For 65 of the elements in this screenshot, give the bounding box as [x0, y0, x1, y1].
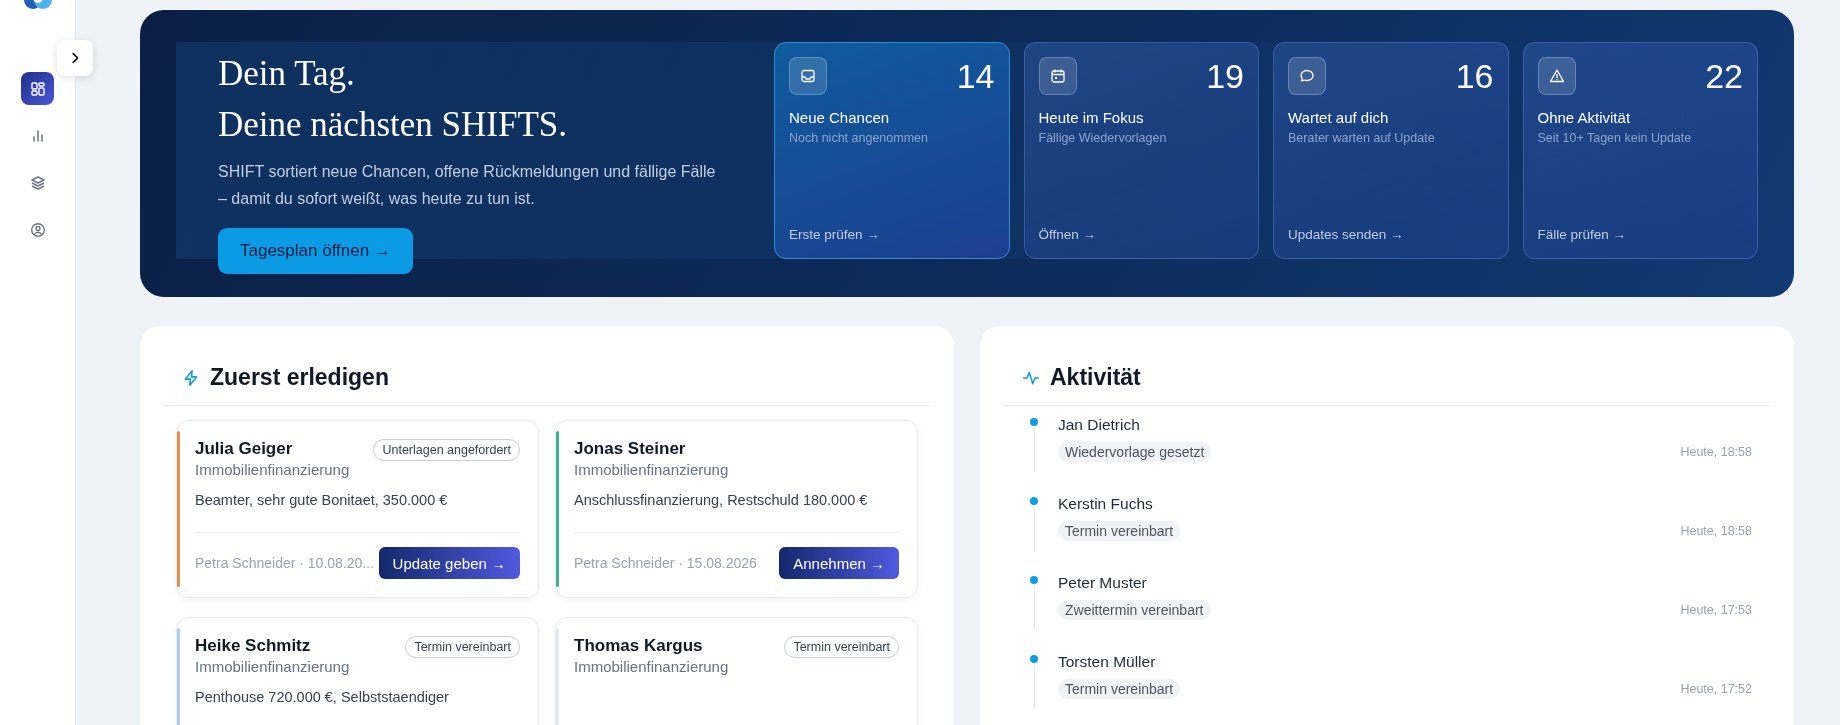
day-plan-button[interactable]: Tagesplan öffnen →: [218, 228, 413, 274]
product-label: Immobilienfinanzierung: [195, 658, 350, 675]
person-name: Kerstin Fuchs: [1058, 495, 1154, 513]
user-icon: [29, 221, 46, 238]
activity-time: Heute, 18:58: [1680, 524, 1752, 538]
stat-card[interactable]: 22 Ohne Aktivität Seit 10+ Tagen kein Update Fälle prüfen →: [1522, 42, 1758, 259]
action-button[interactable]: Annehmen →: [779, 547, 899, 579]
stat-title: Neue Chancen: [789, 109, 891, 126]
stat-count: 22: [1705, 59, 1743, 93]
inbox-icon: [800, 68, 816, 84]
product-label: Immobilienfinanzierung: [574, 461, 729, 478]
person-name: Jan Dietrich: [1058, 416, 1141, 434]
action-button[interactable]: Update geben →: [378, 547, 520, 579]
timeline-dot: [1030, 497, 1038, 505]
product-label: Immobilienfinanzierung: [574, 658, 729, 675]
timeline-dot: [1030, 655, 1038, 663]
nav-item[interactable]: [21, 72, 54, 105]
advisor-date: Petra Schneider · 10.08.20...: [195, 555, 374, 571]
activity-tag: Termin vereinbart: [1058, 679, 1181, 699]
stat-count: 19: [1206, 59, 1244, 93]
stat-link[interactable]: Öffnen →: [1038, 227, 1244, 242]
client-name: Jonas Steiner: [574, 439, 687, 459]
stat-link[interactable]: Erste prüfen →: [789, 227, 995, 242]
stat-card[interactable]: 16 Wartet auf dich Berater warten auf Update Updates senden →: [1273, 42, 1509, 259]
lightning-icon: [182, 368, 200, 387]
person-name: Peter Muster: [1058, 574, 1148, 592]
layers-icon: [29, 174, 46, 191]
calendar-icon: [1049, 68, 1066, 84]
dashboard-icon: [29, 80, 46, 97]
activity-time: Heute, 17:52: [1680, 682, 1752, 696]
hero-description: SHIFT sortiert neue Chancen, offene Rückmeldungen und fällige Fälle – damit du sofort weißt, was heute zu tun ist.: [218, 162, 717, 209]
stat-subtitle: Seit 10+ Tagen kein Update: [1537, 131, 1693, 145]
stat-link[interactable]: Fälle prüfen →: [1537, 227, 1743, 242]
stat-card[interactable]: 14 Neue Chancen Noch nicht angenommen Erste prüfen →: [774, 42, 1010, 259]
stat-count: 14: [956, 59, 995, 93]
case-details: Anschlussfinanzierung, Restschuld 180.000 €: [574, 492, 869, 508]
timeline-dot: [1030, 576, 1038, 584]
case-details: Penthouse 720.000 €, Selbststaendiger: [195, 689, 450, 705]
stat-title: Ohne Aktivität: [1537, 109, 1632, 126]
product-label: Immobilienfinanzierung: [195, 461, 350, 478]
client-name: Heike Schmitz: [195, 636, 312, 656]
stat-card[interactable]: 19 Heute im Fokus Fällige Wiedervorlagen Öffnen →: [1023, 42, 1259, 259]
stat-count: 16: [1455, 59, 1494, 93]
client-name: Thomas Kargus: [574, 636, 704, 656]
case-details: Beamter, sehr gute Bonitaet, 350.000 €: [195, 492, 449, 508]
chat-bubble-icon: [1299, 68, 1315, 84]
stat-title: Heute im Fokus: [1038, 109, 1145, 126]
person-name: Torsten Müller: [1058, 653, 1157, 671]
panel-title: Zuerst erledigen: [210, 364, 389, 391]
activity-tag: Termin vereinbart: [1058, 521, 1181, 541]
activity-tag: Wiedervorlage gesetzt: [1058, 442, 1212, 462]
activity-time: Heute, 17:53: [1680, 603, 1752, 617]
panel-title: Aktivität: [1050, 364, 1141, 391]
advisor-date: Petra Schneider · 15.08.2026: [574, 555, 757, 571]
timeline-dot: [1030, 418, 1038, 426]
client-name: Julia Geiger: [195, 439, 294, 459]
activity-tag: Zweittermin vereinbart: [1058, 600, 1211, 620]
warning-icon: [1548, 68, 1565, 84]
hero-title: Dein Tag. Deine nächsten SHIFTS.: [218, 53, 568, 146]
stat-subtitle: Berater warten auf Update: [1288, 131, 1436, 145]
stat-title: Wartet auf dich: [1288, 109, 1390, 126]
stat-subtitle: Noch nicht angenommen: [789, 131, 929, 145]
stat-link[interactable]: Updates senden →: [1288, 227, 1494, 242]
stat-subtitle: Fällige Wiedervorlagen: [1038, 131, 1168, 145]
activity-time: Heute, 18:58: [1680, 445, 1752, 459]
